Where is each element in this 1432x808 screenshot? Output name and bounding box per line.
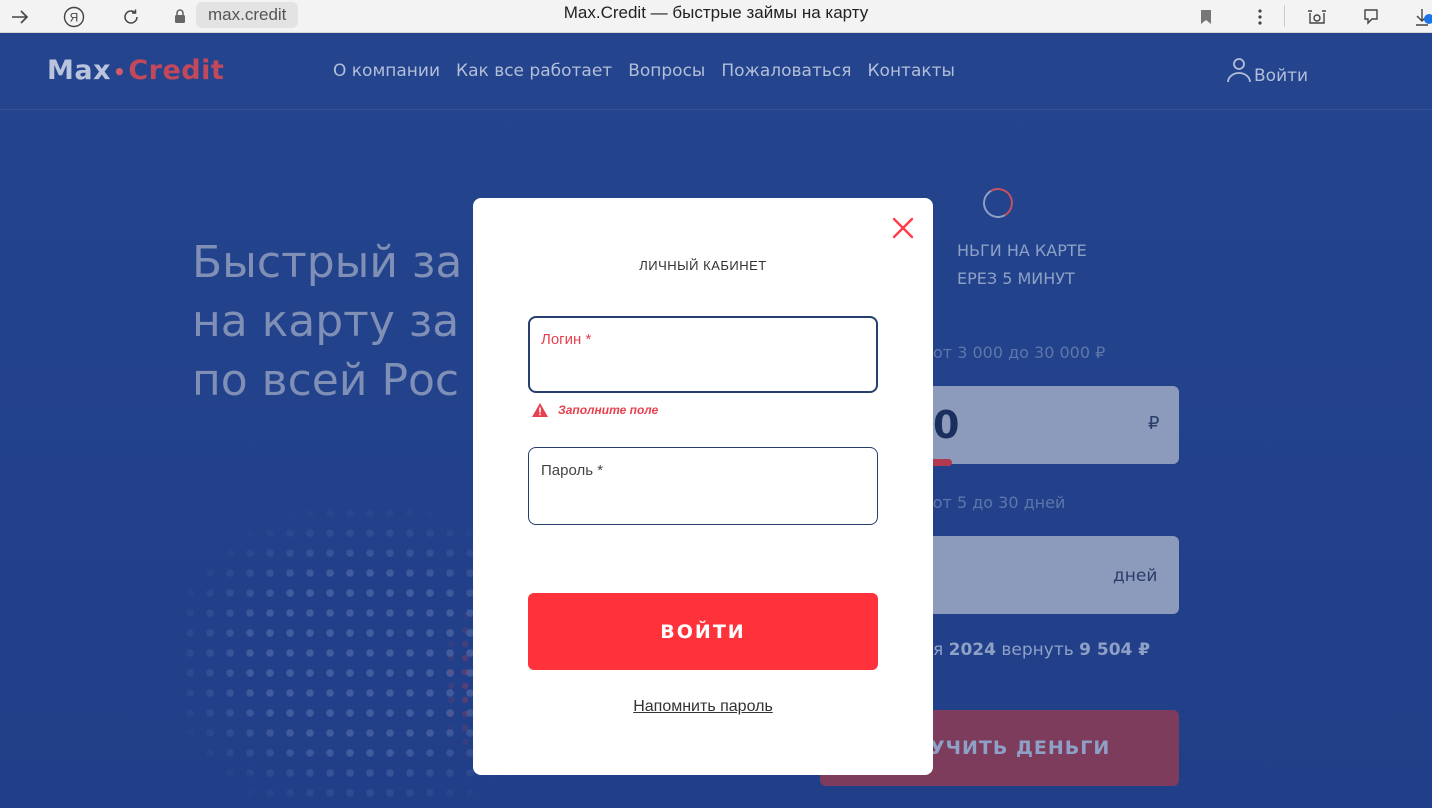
tab-title: Max.Credit — быстрые займы на карту	[563, 3, 869, 22]
nav-link-how-it-works[interactable]: Как все работает	[456, 61, 612, 81]
login-error-text: Заполните поле	[558, 403, 659, 417]
warning-icon	[532, 403, 548, 417]
screenshot-icon[interactable]	[1304, 0, 1330, 33]
password-input[interactable]	[541, 488, 861, 505]
lock-icon	[170, 0, 190, 33]
amount-slider-handle[interactable]	[930, 459, 952, 466]
login-modal: ЛИЧНЫЙ КАБИНЕТ Логин * Заполните поле Па…	[473, 198, 933, 775]
get-money-label: УЧИТЬ ДЕНЬГИ	[930, 737, 1111, 759]
close-icon[interactable]	[891, 216, 915, 240]
loading-spinner-icon	[979, 184, 1017, 222]
download-badge	[1424, 14, 1432, 24]
password-field[interactable]: Пароль *	[528, 447, 878, 525]
nav-link-contacts[interactable]: Контакты	[867, 61, 955, 81]
feedback-icon[interactable]	[1358, 0, 1384, 33]
amount-range-text: от 3 000 до 30 000 ₽	[933, 343, 1106, 362]
term-range-text: к от 5 до 30 дней	[918, 493, 1066, 512]
repay-amount: 9 504 ₽	[1079, 640, 1151, 660]
logo-dot: •	[113, 59, 127, 84]
repay-prefix: я	[933, 640, 944, 660]
toolbar-divider	[1284, 5, 1285, 27]
bookmark-icon[interactable]	[1196, 0, 1216, 33]
yandex-icon[interactable]: Я	[60, 0, 88, 33]
amount-value: 0	[933, 403, 960, 447]
login-submit-button[interactable]: ВОЙТИ	[528, 593, 878, 670]
modal-title: ЛИЧНЫЙ КАБИНЕТ	[639, 258, 767, 273]
address-bar[interactable]: max.credit	[196, 2, 299, 28]
login-input[interactable]	[542, 358, 862, 375]
logo-max: Max	[47, 55, 112, 86]
repay-summary: я 2024 вернуть 9 504 ₽	[933, 640, 1150, 660]
svg-text:Я: Я	[70, 10, 79, 24]
nav-link-about[interactable]: О компании	[333, 61, 440, 81]
login-field[interactable]: Логин *	[528, 316, 878, 393]
amount-currency: ₽	[1148, 413, 1160, 434]
menu-dots-icon[interactable]	[1250, 0, 1270, 33]
hero-title: Быстрый за на карту за по всей Рос	[192, 237, 463, 406]
nav-link-complain[interactable]: Пожаловаться	[721, 61, 851, 81]
logo[interactable]: Max •Credit	[47, 55, 224, 86]
site-header: Max •Credit О компании Как все работает В…	[0, 33, 1432, 110]
logo-credit: Credit	[128, 55, 225, 86]
login-error: Заполните поле	[531, 402, 658, 418]
forward-arrow-icon[interactable]	[8, 0, 32, 33]
nav-link-questions[interactable]: Вопросы	[628, 61, 705, 81]
term-unit: дней	[1113, 566, 1158, 586]
remind-password-link[interactable]: Напомнить пароль	[473, 698, 933, 716]
reload-icon[interactable]	[118, 0, 144, 33]
download-icon[interactable]	[1412, 0, 1432, 33]
header-login-label: Войти	[1254, 66, 1309, 86]
user-icon	[1227, 58, 1251, 83]
header-login-button[interactable]: Войти	[1226, 56, 1308, 86]
login-field-label: Логин *	[541, 331, 592, 348]
browser-toolbar: Я max.credit Max.Credit — быстрые займы …	[0, 0, 1432, 33]
repay-year: 2024	[948, 640, 996, 660]
repay-mid: вернуть	[1001, 640, 1074, 660]
url-text: max.credit	[208, 5, 287, 24]
main-nav: О компании Как все работает Вопросы Пожа…	[333, 61, 955, 81]
password-field-label: Пароль *	[541, 462, 604, 479]
